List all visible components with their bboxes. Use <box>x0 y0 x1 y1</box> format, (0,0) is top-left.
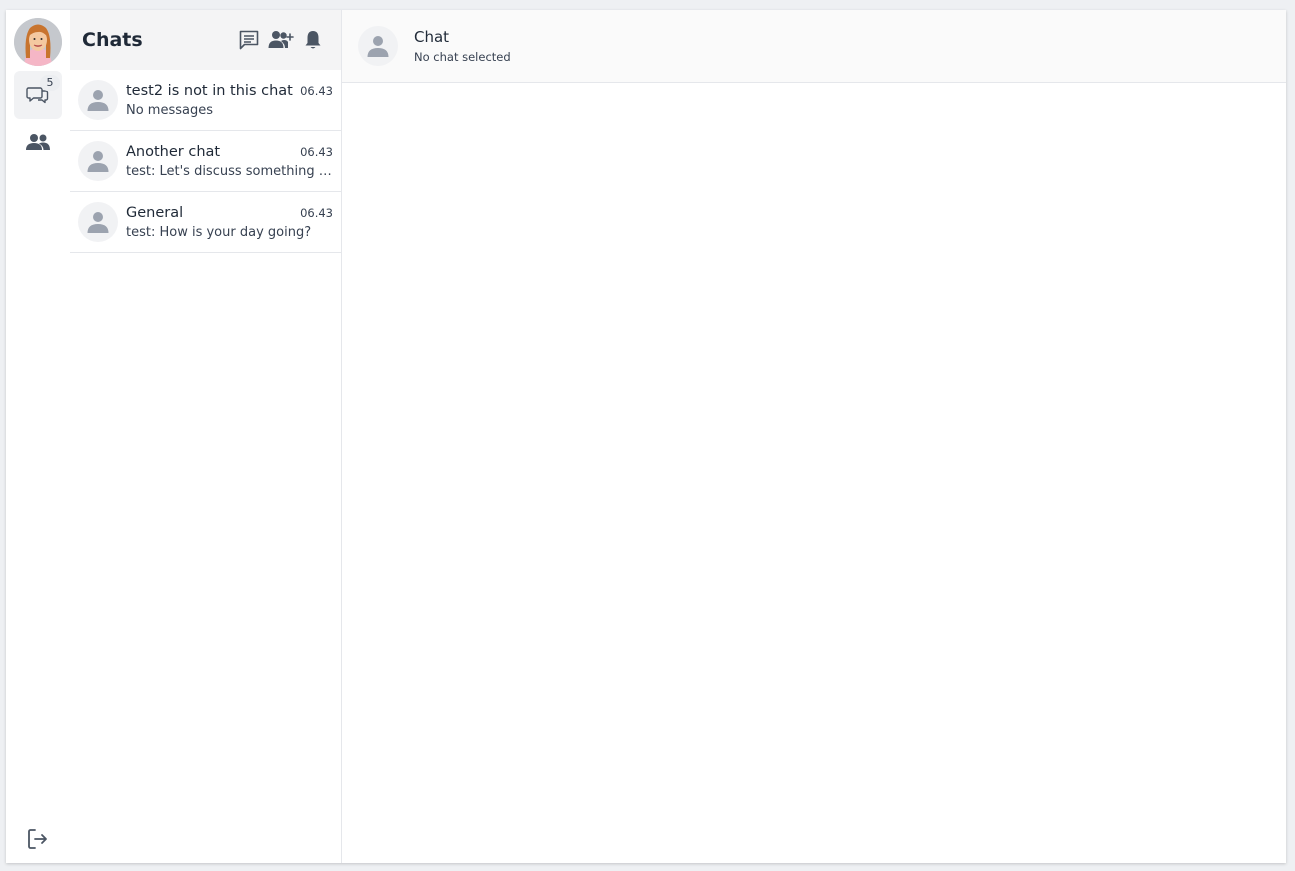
chat-item-body: test2 is not in this chat 06.43 No messa… <box>126 83 333 118</box>
conversation-titles: Chat No chat selected <box>414 28 511 64</box>
chat-avatar <box>78 80 118 120</box>
add-contact-button[interactable] <box>265 24 297 56</box>
person-placeholder-icon <box>87 90 109 111</box>
nav-chats-button[interactable]: 5 <box>14 71 62 119</box>
chat-list-item[interactable]: General 06.43 test: How is your day goin… <box>70 192 341 253</box>
person-placeholder-icon <box>367 36 389 57</box>
chat-avatar <box>78 202 118 242</box>
chat-time: 06.43 <box>300 205 333 220</box>
chat-list-item[interactable]: test2 is not in this chat 06.43 No messa… <box>70 70 341 131</box>
conversation-body <box>342 83 1286 863</box>
nav-rail: 5 <box>6 10 70 863</box>
new-message-button[interactable] <box>233 24 265 56</box>
logout-button[interactable] <box>14 815 62 863</box>
chat-list-panel: Chats test2 is not in this chat 06.43 No… <box>70 10 342 863</box>
chat-avatar <box>78 141 118 181</box>
conversation-title: Chat <box>414 28 450 46</box>
chat-name: General <box>126 204 184 221</box>
conversation-pane: Chat No chat selected <box>342 10 1286 863</box>
chat-name: Another chat <box>126 143 221 160</box>
chat-name: test2 is not in this chat <box>126 82 293 99</box>
chat-preview: test: Let's discuss something in this ch… <box>126 163 333 179</box>
chat-list-header: Chats <box>70 10 341 70</box>
chat-item-body: General 06.43 test: How is your day goin… <box>126 205 333 240</box>
chat-list-title: Chats <box>82 29 143 51</box>
chat-list-item[interactable]: Another chat 06.43 test: Let's discuss s… <box>70 131 341 192</box>
woman-avatar-icon <box>14 18 62 66</box>
conversation-subtitle: No chat selected <box>414 50 511 64</box>
notifications-button[interactable] <box>297 24 329 56</box>
chat-item-body: Another chat 06.43 test: Let's discuss s… <box>126 144 333 179</box>
bell-icon <box>305 31 321 49</box>
conversation-avatar <box>358 26 398 66</box>
new-message-icon <box>239 30 259 50</box>
chat-time: 06.43 <box>300 144 333 159</box>
nav-contacts-button[interactable] <box>14 119 62 167</box>
logout-icon <box>28 829 47 849</box>
unread-count-badge: 5 <box>40 75 60 91</box>
app-window: 5 Chats test2 is not in this chat 06.43 … <box>6 10 1286 863</box>
person-placeholder-icon <box>87 212 109 233</box>
user-avatar[interactable] <box>14 18 62 66</box>
chat-list: test2 is not in this chat 06.43 No messa… <box>70 70 341 253</box>
person-placeholder-icon <box>87 151 109 172</box>
users-icon <box>26 134 50 150</box>
chat-time: 06.43 <box>300 83 333 98</box>
chat-preview: test: How is your day going? <box>126 224 312 240</box>
add-contact-icon <box>268 31 294 48</box>
chat-preview: No messages <box>126 102 214 118</box>
conversation-header: Chat No chat selected <box>342 10 1286 83</box>
